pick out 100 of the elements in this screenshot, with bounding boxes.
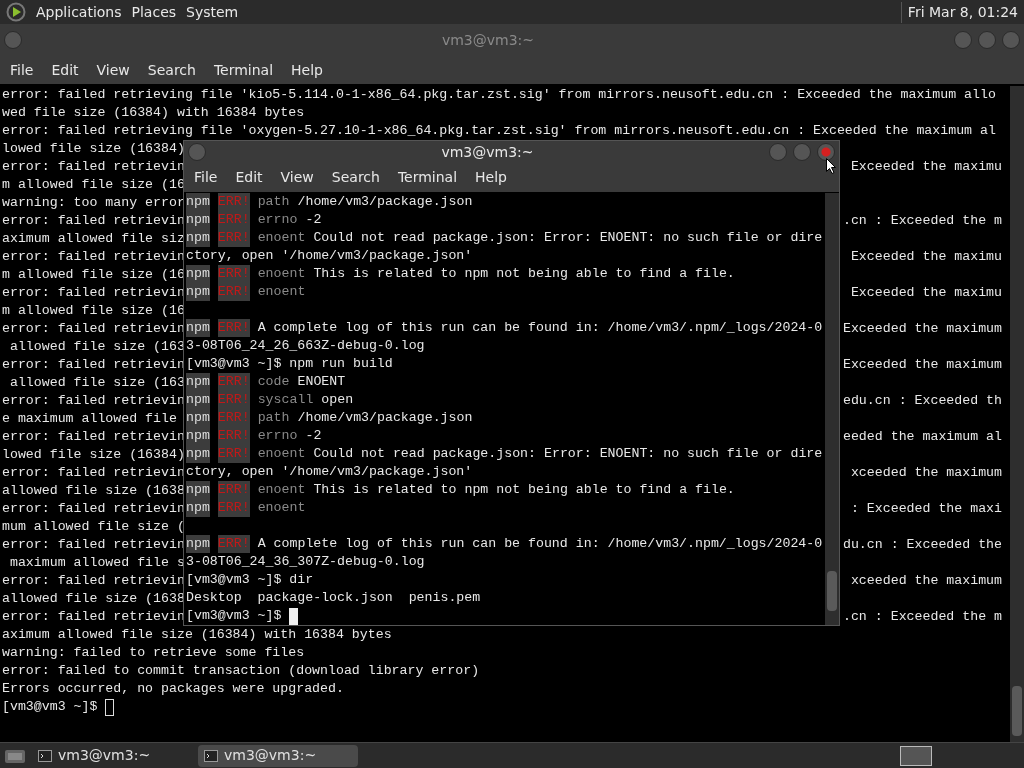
terminal-line: Desktop package-lock.json penis.pem: [186, 590, 481, 605]
terminal-line: Exceeded the maximum: [842, 356, 1002, 374]
terminal-line: du.cn : Exceeded the: [842, 536, 1002, 554]
terminal-line: -2: [305, 427, 322, 445]
error-tag: ERR!: [217, 319, 250, 337]
clock[interactable]: Fri Mar 8, 01:24: [900, 1, 1018, 23]
terminal-line: [vm3@vm3 ~]$ dir: [186, 572, 314, 587]
terminal-line: wed file size (16384) with 16384 bytes: [2, 105, 305, 120]
terminal-line: ctory, open '/home/vm3/package.json': [186, 464, 473, 479]
scrollbar[interactable]: [1010, 86, 1024, 742]
terminal-line: ENOENT: [297, 373, 346, 391]
terminal-line: eeded the maximum al: [842, 428, 1002, 446]
error-tag: ERR!: [217, 229, 250, 247]
terminal-line: /home/vm3/package.json: [297, 193, 473, 211]
terminal-line: aximum allowed file size (16384) with 16384 bytes: [2, 627, 392, 642]
error-key: enoent: [257, 229, 306, 247]
window-menu-button[interactable]: [4, 31, 22, 49]
terminal-line: : Exceeded the maxi: [850, 500, 1002, 518]
terminal-line: warning: failed to retrieve some files: [2, 645, 305, 660]
error-tag: ERR!: [217, 481, 250, 499]
menu-item[interactable]: Edit: [227, 167, 271, 189]
terminal-line: error: failed retrievin: [2, 464, 185, 482]
terminal-line: .cn : Exceeded the m: [842, 212, 1002, 230]
scrollbar-thumb[interactable]: [1012, 686, 1022, 736]
terminal-line: aximum allowed file siz: [2, 230, 185, 248]
window-menu-button[interactable]: [188, 143, 206, 162]
terminal-line: Exceeded the maximu: [850, 158, 1002, 176]
npm-label: npm: [186, 481, 210, 499]
terminal-prompt: [vm3@vm3 ~]$: [2, 698, 98, 716]
minimize-button[interactable]: [954, 31, 972, 49]
terminal-line: error: failed retrieving file 'kio5-5.114.0-1-x86_64.pkg.tar.zst.sig' from mirrors.neusoft.edu.cn : Exceeded the maximum allo: [2, 87, 996, 102]
menu-item[interactable]: Search: [323, 167, 388, 189]
terminal-line: .cn : Exceeded the m: [842, 608, 1002, 626]
play-logo-icon[interactable]: [6, 2, 26, 22]
panel-menu[interactable]: System: [186, 1, 239, 23]
error-key: enoent: [257, 283, 306, 301]
close-button[interactable]: [817, 143, 835, 162]
error-key: code: [257, 373, 290, 391]
menu-item[interactable]: Edit: [43, 59, 87, 81]
error-tag: ERR!: [217, 265, 250, 283]
close-button[interactable]: [1002, 31, 1020, 49]
npm-label: npm: [186, 265, 210, 283]
terminal-line: error: failed to commit transaction (download library error): [2, 663, 480, 678]
menu-item[interactable]: View: [88, 59, 138, 81]
menu-item[interactable]: File: [186, 167, 226, 189]
terminal-line: 3-08T06_24_26_663Z-debug-0.log: [186, 338, 425, 353]
task-button[interactable]: vm3@vm3:~: [198, 744, 358, 767]
terminal-line: Could not read package.json: Error: ENOENT: no such file or dire: [313, 445, 823, 463]
error-key: enoent: [257, 481, 306, 499]
terminal-line: [vm3@vm3 ~]$ npm run build: [186, 356, 393, 371]
terminal-line: error: failed retrieving file 'oxygen-5.27.10-1-x86_64.pkg.tar.zst.sig' from mirrors.neusoft.edu.cn : Exceeded the maximum al: [2, 123, 996, 138]
menu-item[interactable]: View: [272, 167, 322, 189]
terminal-line: lowed file size (16384): [2, 140, 185, 158]
terminal-line: xceeded the maximum: [850, 572, 1002, 590]
terminal-line: This is related to npm not being able to find a file.: [313, 265, 735, 283]
error-key: path: [257, 409, 290, 427]
menu-item[interactable]: Terminal: [205, 59, 282, 81]
terminal-line: error: failed retrievin: [2, 428, 185, 446]
error-tag: ERR!: [217, 211, 250, 229]
task-button[interactable]: vm3@vm3:~: [32, 744, 192, 767]
maximize-button[interactable]: [793, 143, 811, 162]
terminal-line: This is related to npm not being able to find a file.: [313, 481, 735, 499]
npm-label: npm: [186, 391, 210, 409]
error-tag: ERR!: [217, 283, 250, 301]
terminal-line: lowed file size (16384): [2, 446, 185, 464]
terminal-line: 3-08T06_24_36_307Z-debug-0.log: [186, 554, 425, 569]
npm-label: npm: [186, 283, 210, 301]
menu-item[interactable]: Help: [283, 59, 331, 81]
terminal-line: edu.cn : Exceeded th: [842, 392, 1002, 410]
error-tag: ERR!: [217, 409, 250, 427]
menu-item[interactable]: File: [2, 59, 42, 81]
scrollbar-thumb[interactable]: [827, 571, 837, 611]
terminal-prompt: [vm3@vm3 ~]$: [186, 607, 282, 625]
npm-label: npm: [186, 193, 210, 211]
menu-item[interactable]: Terminal: [389, 167, 466, 189]
npm-label: npm: [186, 409, 210, 427]
terminal-line: error: failed retrievin: [2, 572, 185, 590]
npm-label: npm: [186, 445, 210, 463]
scrollbar[interactable]: [825, 193, 839, 625]
npm-label: npm: [186, 211, 210, 229]
panel-menu[interactable]: Places: [131, 1, 177, 23]
npm-label: npm: [186, 499, 210, 517]
terminal-icon: [38, 749, 52, 762]
minimize-button[interactable]: [769, 143, 787, 162]
terminal-line: error: failed retrievin: [2, 536, 185, 554]
terminal-line: ctory, open '/home/vm3/package.json': [186, 248, 473, 263]
npm-label: npm: [186, 319, 210, 337]
terminal-line: error: failed retrievin: [2, 248, 185, 266]
menu-item[interactable]: Help: [467, 167, 515, 189]
terminal-icon: [204, 749, 218, 762]
error-tag: ERR!: [217, 535, 250, 553]
workspace-switcher[interactable]: [900, 745, 932, 766]
terminal-line: error: failed retrievin: [2, 212, 185, 230]
error-tag: ERR!: [217, 499, 250, 517]
maximize-button[interactable]: [978, 31, 996, 49]
terminal-line: Exceeded the maximum: [842, 320, 1002, 338]
terminal-line: -2: [305, 211, 322, 229]
menu-item[interactable]: Search: [139, 59, 204, 81]
panel-menu[interactable]: Applications: [36, 1, 122, 23]
error-tag: ERR!: [217, 445, 250, 463]
